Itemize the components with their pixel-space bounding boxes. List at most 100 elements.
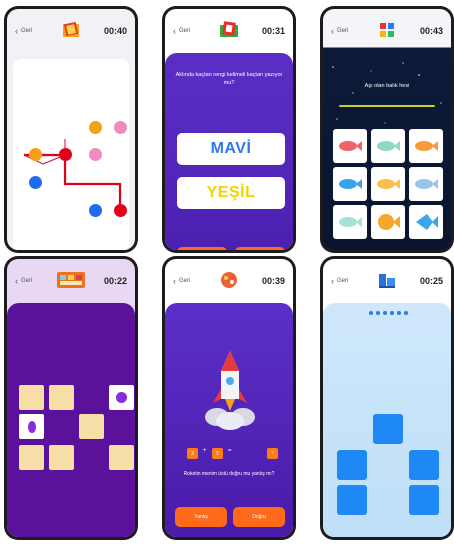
phone-memory-game: ‹ Geri 00:22 (4, 256, 138, 540)
false-button[interactable]: Yanlış (175, 507, 227, 527)
equation-operator: + (203, 448, 207, 454)
memory-card[interactable] (19, 385, 44, 410)
rocket-icon (221, 272, 237, 288)
pink-dot[interactable] (89, 148, 102, 161)
timer: 00:43 (419, 26, 443, 36)
blue-dot[interactable] (89, 204, 102, 217)
progress-dot (369, 311, 373, 315)
timer: 00:40 (103, 26, 127, 36)
chevron-left-icon: ‹ (173, 275, 176, 286)
question-text: Aşı olan balık hesi (364, 83, 410, 89)
timer: 00:22 (103, 276, 127, 286)
fish-card[interactable] (371, 129, 405, 163)
fish-card[interactable] (371, 167, 405, 201)
screen: ‹ Geri 00:22 (7, 259, 135, 537)
blocks-icon (379, 274, 395, 288)
block-tile[interactable] (337, 485, 367, 515)
phone-rocket-math-game: ‹ Geri 00:39 3 + 5 = ? Roketin menim üstü… (162, 256, 296, 540)
timer: 00:25 (419, 276, 443, 286)
book-icon (220, 21, 238, 37)
back-button[interactable]: ‹ Geri (173, 275, 190, 286)
answer-button-left[interactable] (177, 247, 227, 250)
block-tile[interactable] (373, 414, 403, 444)
memory-card[interactable] (49, 385, 74, 410)
book-icon (63, 21, 79, 37)
circle-symbol (116, 392, 127, 403)
word-card-top[interactable]: MAVİ (177, 133, 285, 165)
screen: ‹ Geri 00:43 Aşı olan balık hesi (323, 9, 451, 250)
phone-color-word-game: ‹ Geri 00:31 Aklında kaçtan rengi kelimel… (162, 6, 296, 253)
equation-term-2: 5 (212, 448, 223, 459)
memory-card-revealed[interactable] (19, 414, 44, 439)
equation-equals: = (228, 448, 232, 454)
fish-icon (339, 179, 362, 189)
chevron-left-icon: ‹ (331, 275, 334, 286)
memory-card-revealed[interactable] (109, 385, 134, 410)
progress-dot (397, 311, 401, 315)
dots-board[interactable] (13, 59, 129, 250)
true-button[interactable]: Doğru (233, 507, 285, 527)
fish-card[interactable] (409, 129, 443, 163)
back-button[interactable]: ‹ Geri (15, 275, 33, 286)
fish-card[interactable] (409, 167, 443, 201)
back-label: Geri (337, 28, 349, 34)
answer-button-right[interactable] (235, 247, 285, 250)
fish-icon (339, 217, 362, 227)
phone-blocks-game: ‹ Geri 00:25 (320, 256, 454, 540)
fish-card[interactable] (409, 205, 443, 239)
chevron-left-icon: ‹ (15, 275, 18, 286)
chevron-left-icon: ‹ (331, 25, 334, 36)
progress-bar (339, 105, 435, 107)
progress-dot (404, 311, 408, 315)
screen: ‹ Geri 00:25 (323, 259, 451, 537)
grid-icon (380, 23, 394, 37)
orange-dot[interactable] (89, 121, 102, 134)
back-button[interactable]: ‹ Geri (173, 25, 191, 36)
timer: 00:39 (261, 276, 285, 286)
equation-result: ? (267, 448, 278, 459)
back-label: Geri (21, 28, 33, 34)
block-tile[interactable] (409, 450, 439, 480)
memory-card[interactable] (49, 445, 74, 470)
word-card-bottom[interactable]: YEŞİL (177, 177, 285, 209)
fish-card[interactable] (371, 205, 405, 239)
pink-dot[interactable] (114, 121, 127, 134)
back-label: Geri (337, 278, 349, 284)
question-text: Aklında kaçtan rengi kelimeli kaçtan yaz… (175, 72, 283, 87)
memory-card[interactable] (19, 445, 44, 470)
back-button[interactable]: ‹ Geri (15, 26, 33, 36)
red-dot[interactable] (114, 204, 127, 217)
timer: 00:31 (261, 26, 285, 36)
fish-card[interactable] (333, 129, 367, 163)
fish-icon (416, 214, 438, 230)
fish-icon (377, 141, 400, 151)
back-label: Geri (21, 278, 33, 284)
screen: ‹ Geri 00:39 3 + 5 = ? Roketin menim üstü… (165, 259, 293, 537)
fish-icon (415, 141, 438, 151)
chevron-left-icon: ‹ (173, 25, 176, 36)
back-button[interactable]: ‹ Geri (331, 25, 349, 36)
memory-card[interactable] (79, 414, 104, 439)
progress-dot (376, 311, 380, 315)
oval-symbol (27, 420, 36, 433)
fish-card[interactable] (333, 167, 367, 201)
fish-grid (333, 129, 443, 239)
equation-term-1: 3 (187, 448, 198, 459)
blue-dot[interactable] (29, 176, 42, 189)
rocket-illustration (205, 351, 255, 430)
back-button[interactable]: ‹ Geri (331, 275, 349, 286)
block-tile[interactable] (409, 485, 439, 515)
block-tile[interactable] (337, 450, 367, 480)
fish-card[interactable] (333, 205, 367, 239)
progress-dot (383, 311, 387, 315)
orange-dot[interactable] (29, 148, 42, 161)
memory-card[interactable] (109, 445, 134, 470)
phone-fish-game: ‹ Geri 00:43 Aşı olan balık hesi (320, 6, 454, 253)
back-label: Geri (179, 28, 191, 34)
phone-dots-game: ‹ Geri 00:40 (4, 6, 138, 253)
fish-icon (377, 179, 400, 189)
red-dot[interactable] (59, 148, 72, 161)
fish-icon (378, 214, 400, 230)
fish-icon (415, 179, 438, 189)
cards-icon (57, 272, 85, 288)
